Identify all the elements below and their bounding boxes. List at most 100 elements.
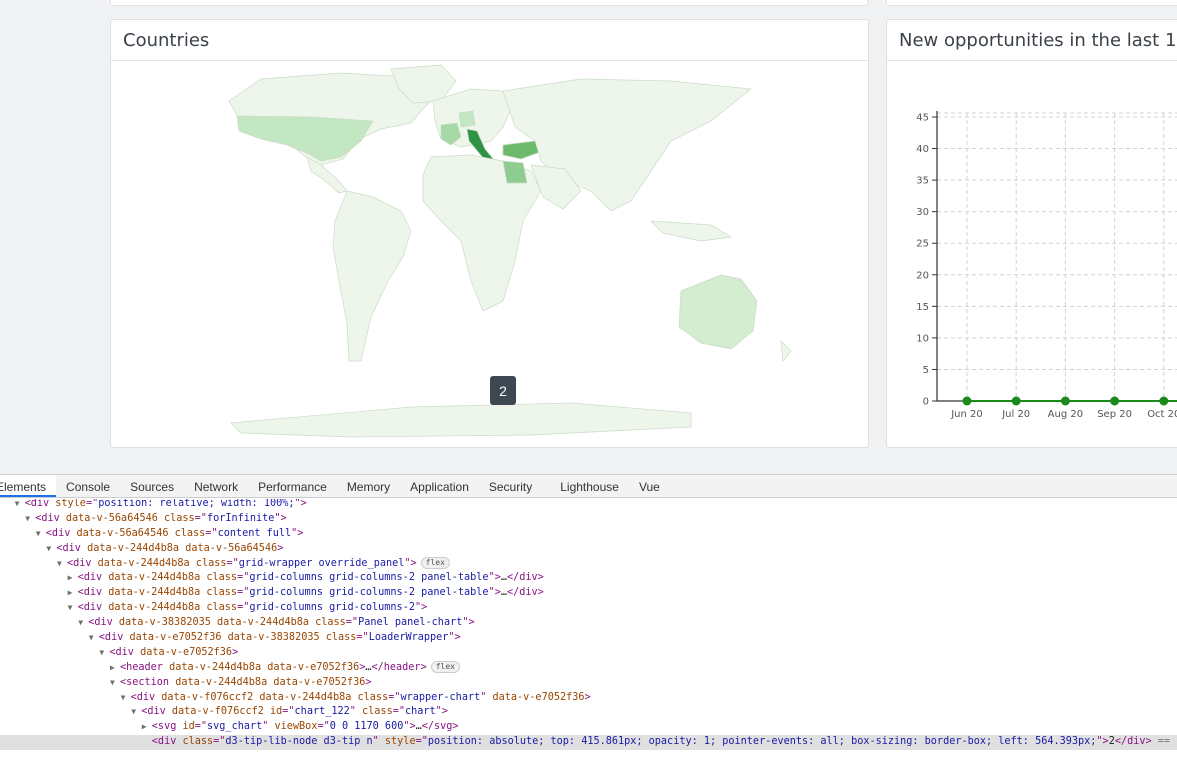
map-tooltip: 2: [490, 376, 516, 405]
collapse-triangle-icon[interactable]: ▼: [68, 601, 78, 616]
dom-node-line[interactable]: <div class="d3-tip-lib-node d3-tip n" st…: [0, 735, 1177, 751]
dom-token: ">: [274, 512, 287, 524]
flex-badge[interactable]: flex: [420, 556, 450, 569]
dom-token: data-v-56a64546 class: [65, 512, 195, 524]
dom-node-line[interactable]: ▼ <div data-v-e7052f36>: [0, 646, 1177, 661]
map-new-zealand: [780, 340, 792, 362]
opportunities-line-chart[interactable]: 0 5 10 15 20 25 30 35 40 45 Jun 20 Jul 20 Aug 20 Sep …: [887, 61, 1177, 448]
dom-token: style: [384, 736, 416, 748]
collapse-triangle-icon[interactable]: ▼: [89, 631, 99, 646]
collapse-triangle-icon[interactable]: ▼: [131, 705, 141, 720]
dom-token: <div: [141, 706, 172, 718]
dom-token: =": [345, 617, 359, 629]
dom-node-line[interactable]: ▼ <div data-v-e7052f36 data-v-38382035 cl…: [0, 631, 1177, 646]
y-tick-label: 35: [916, 176, 929, 187]
collapse-triangle-icon[interactable]: ▼: [25, 512, 35, 527]
expand-triangle-icon[interactable]: ▶: [68, 586, 78, 601]
devtools-tab-vue[interactable]: Vue: [629, 475, 670, 497]
dom-token: data-v-244d4b8a class: [108, 572, 238, 584]
data-point: [1159, 396, 1169, 406]
dom-node-line[interactable]: ▼ <div data-v-38382035 data-v-244d4b8a cl…: [0, 616, 1177, 631]
dom-token: =": [237, 587, 250, 599]
dom-token: ": [372, 736, 385, 748]
dom-token: =": [226, 557, 239, 569]
dom-token: data-v-e7052f36: [140, 646, 233, 658]
dom-token: </header>: [371, 661, 427, 673]
collapse-triangle-icon[interactable]: ▼: [110, 676, 120, 691]
dom-token: ": [349, 706, 363, 718]
dom-token: <div: [98, 632, 130, 644]
dom-node-line[interactable]: ▼ <div data-v-244d4b8a class="grid-column…: [0, 601, 1177, 616]
dom-node-line[interactable]: ▶ <header data-v-244d4b8a data-v-e7052f36…: [0, 660, 1177, 676]
dom-token: =": [213, 736, 226, 748]
expand-triangle-icon[interactable]: ▶: [142, 720, 152, 735]
dom-token: id: [182, 721, 195, 733]
x-tick-label: Sep 20: [1097, 409, 1132, 420]
dom-node-line[interactable]: ▼ <div data-v-f076ccf2 data-v-244d4b8a cl…: [0, 691, 1177, 706]
devtools-tab-network[interactable]: Network: [184, 475, 248, 497]
opportunities-panel: New opportunities in the last 12 months …: [886, 19, 1177, 448]
collapse-triangle-icon[interactable]: ▼: [36, 527, 46, 542]
dom-token: data-v-244d4b8a class: [108, 602, 238, 614]
dom-node-line[interactable]: ▶ <div data-v-244d4b8a class="grid-column…: [0, 586, 1177, 601]
panel-title: New opportunities in the last 12 months: [899, 30, 1177, 51]
collapse-triangle-icon[interactable]: ▼: [46, 542, 56, 557]
x-tick-label: Oct 20: [1147, 409, 1177, 420]
devtools-tab-application[interactable]: Application: [400, 475, 479, 497]
dom-token: style: [55, 499, 86, 509]
devtools-tab-elements[interactable]: Elements: [0, 475, 57, 497]
devtools-tab-security[interactable]: Security: [479, 475, 542, 497]
dom-node-line[interactable]: ▼ <div data-v-244d4b8a data-v-56a64546>: [0, 542, 1177, 557]
dom-token: data-v-e7052f36: [492, 691, 585, 703]
flex-badge[interactable]: flex: [430, 660, 460, 673]
dom-node-line[interactable]: ▶ <div data-v-244d4b8a class="grid-column…: [0, 571, 1177, 586]
dom-token: </div>: [506, 572, 544, 584]
collapse-triangle-icon[interactable]: ▼: [99, 646, 109, 661]
dom-token: == $0: [1157, 736, 1177, 748]
x-tick-label: Aug 20: [1048, 409, 1083, 420]
collapse-triangle-icon[interactable]: ▼: [57, 557, 67, 572]
dom-node-line[interactable]: ▼ <div data-v-56a64546 class="forInfinite…: [0, 512, 1177, 527]
devtools-tab-console[interactable]: Console: [56, 475, 120, 497]
devtools-tab-lighthouse[interactable]: Lighthouse: [550, 475, 629, 497]
dom-token: data-v-e7052f36 data-v-38382035 class: [129, 632, 357, 644]
dom-token: =": [415, 736, 428, 748]
collapse-triangle-icon[interactable]: ▼: [15, 499, 25, 512]
collapse-triangle-icon[interactable]: ▼: [78, 616, 88, 631]
dom-token: ">: [462, 617, 475, 629]
dom-node-line[interactable]: ▼ <div data-v-56a64546 class="content ful…: [0, 527, 1177, 542]
dom-token: svg_chart: [207, 721, 263, 733]
y-tick-label: 20: [916, 270, 929, 281]
dom-token: </div>: [1114, 736, 1152, 748]
expand-triangle-icon[interactable]: ▶: [68, 571, 78, 586]
dom-token: ">: [294, 499, 307, 509]
devtools-tab-sources[interactable]: Sources: [120, 475, 184, 497]
dom-node-line[interactable]: ▶ <svg id="svg_chart" viewBox="0 0 1170 6…: [0, 720, 1177, 735]
panel-above-left: [110, 0, 868, 6]
dom-node-line[interactable]: ▼ <div data-v-f076ccf2 id="chart_122" cla…: [0, 705, 1177, 720]
dom-token: <div: [45, 527, 77, 539]
expand-triangle-icon[interactable]: ▶: [110, 661, 120, 676]
dom-token: wrapper-chart: [400, 691, 481, 703]
dom-token: LoaderWrapper: [368, 632, 449, 644]
data-point: [1060, 396, 1070, 406]
dom-node-line[interactable]: ▼ <div style="position: relative; width: …: [0, 499, 1177, 512]
y-tick-label: 5: [923, 365, 929, 376]
dom-token: Panel panel-chart: [358, 617, 463, 629]
dom-token: =": [237, 572, 250, 584]
dom-token: chart_122: [294, 706, 350, 718]
dom-token: ">: [1096, 736, 1109, 748]
dom-token: <section: [120, 676, 176, 688]
elements-dom-tree[interactable]: main class="main">▼<div style="position:…: [0, 499, 1177, 761]
devtools-tab-performance[interactable]: Performance: [248, 475, 337, 497]
dom-token: grid-wrapper override_panel: [238, 557, 405, 569]
dom-node-line[interactable]: ▼ <section data-v-244d4b8a data-v-e7052f3…: [0, 676, 1177, 691]
dom-token: d3-tip-lib-node d3-tip n: [225, 736, 373, 748]
collapse-triangle-icon[interactable]: ▼: [121, 691, 131, 706]
dom-node-line[interactable]: ▼ <div data-v-244d4b8a class="grid-wrappe…: [0, 556, 1177, 572]
dom-token: ">: [488, 587, 501, 599]
dom-token: <svg: [151, 721, 183, 733]
dom-token: data-v-244d4b8a class: [97, 557, 227, 569]
dom-token: class: [362, 706, 393, 718]
devtools-tab-memory[interactable]: Memory: [337, 475, 400, 497]
